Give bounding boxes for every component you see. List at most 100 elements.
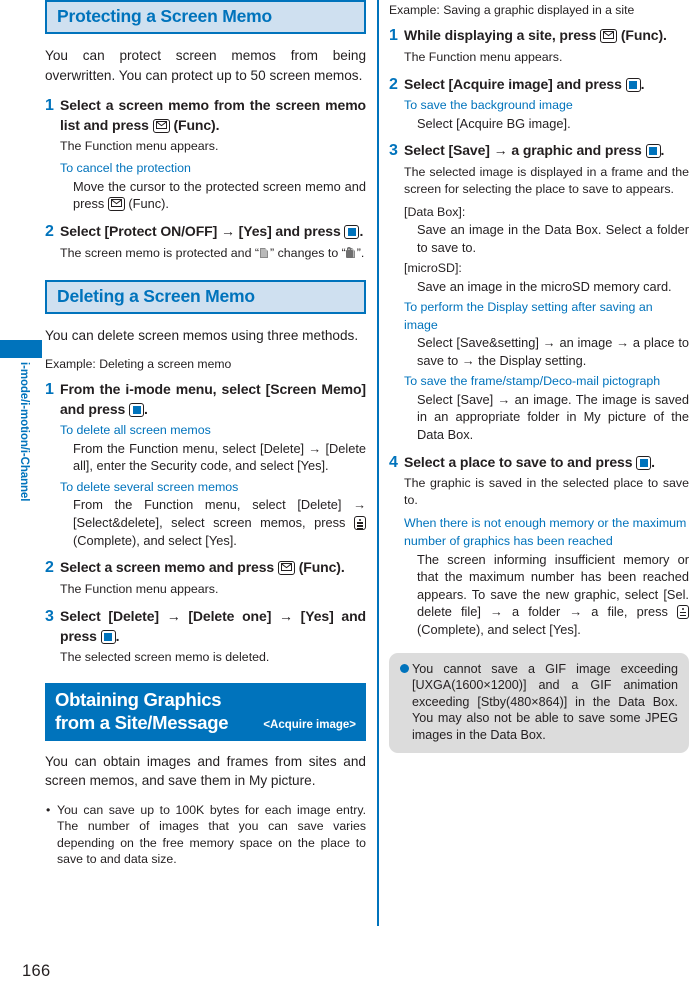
result-part-a: The screen memo is protected and “ <box>60 245 260 260</box>
label-data-box: [Data Box]: <box>404 204 466 219</box>
arrow-glyph: → <box>569 604 583 620</box>
column-divider <box>377 0 380 926</box>
delete-step-3: 3 Select [Delete] → [Delete one] → [Yes]… <box>45 607 366 646</box>
sub-body-part-c: a file, press <box>582 604 677 620</box>
arrow-glyph: → <box>461 352 475 368</box>
step-number: 3 <box>389 142 398 160</box>
step-result-text: The Function menu appears. <box>60 581 219 596</box>
sub-body-part-c: (Complete), and select [Yes]. <box>73 532 237 548</box>
sub-body-part-a: Select [Save&setting] <box>417 335 543 351</box>
delete-step-2: 2 Select a screen memo and press (Func). <box>45 558 366 578</box>
step-heading-part-b: . <box>651 453 655 470</box>
subsection-heading-insufficient-memory-line2: number of graphics has been reached <box>404 534 613 549</box>
arrow-glyph: → <box>497 391 511 407</box>
step-number: 4 <box>389 453 398 471</box>
subsection-heading-delete-several: To delete several screen memos <box>60 480 239 494</box>
step-heading-part-a: Select a screen memo and press <box>60 559 278 576</box>
step-heading: Select [Acquire image] and press . <box>404 75 689 95</box>
delete-step-3-body: The selected screen memo is deleted. <box>60 649 366 666</box>
sub-body-part-a: Select [Save] <box>417 391 498 407</box>
step-heading-part-b: . <box>144 400 148 417</box>
step-heading-part-a: Select [Acquire image] and press <box>404 75 626 92</box>
step-result-text: The Function menu appears. <box>404 49 563 64</box>
step-heading-part-c: . <box>660 142 665 159</box>
mail-key-icon <box>600 29 618 43</box>
protect-intro-paragraph: You can protect screen memos from being … <box>45 48 366 83</box>
step-result-text: The selected screen memo is deleted. <box>60 650 270 665</box>
sub-body-part-d: (Complete), and select [Yes]. <box>417 622 581 637</box>
arrow-glyph: → <box>166 608 181 625</box>
subsection-heading-delete-all: To delete all screen memos <box>60 423 211 438</box>
step-result-text: The selected image is displayed in a fra… <box>404 164 689 197</box>
step-heading: While displaying a site, press (Func). <box>404 26 689 46</box>
center-key-icon <box>636 455 652 470</box>
center-key-icon <box>129 402 145 417</box>
delete-step-1: 1 From the i-mode menu, select [Screen M… <box>45 380 366 419</box>
step-heading: From the i-mode menu, select [Screen Mem… <box>60 380 366 419</box>
delete-step-1-body: To delete all screen memos From the Func… <box>60 422 366 549</box>
bullet-text: You can save up to 100K bytes for each i… <box>57 802 366 867</box>
mail-key-icon <box>152 118 170 133</box>
delete-example-label: Example: Deleting a screen memo <box>45 357 232 372</box>
center-key-icon <box>100 629 116 644</box>
memo-locked-icon <box>345 246 357 259</box>
step-number: 1 <box>45 381 54 399</box>
sub-body-part-b: [Select&delete], select screen memos, pr… <box>73 515 354 530</box>
step-heading: Select a screen memo and press (Func). <box>60 558 366 578</box>
delete-step-2-body: The Function menu appears. <box>60 581 366 598</box>
subsection-body: Select [Save&setting] → an image → a pla… <box>417 334 689 369</box>
heading-deleting-screen-memo: Deleting a Screen Memo <box>45 279 366 314</box>
step-number: 2 <box>45 559 54 577</box>
step-heading-part-a: Select a place to save to and press <box>404 453 637 470</box>
acquire-step-1-body: The Function menu appears. <box>404 49 689 66</box>
acquire-step-4-body: The graphic is saved in the selected pla… <box>404 475 689 639</box>
blue-dot-icon <box>400 663 409 673</box>
heading-feature-tag: <Acquire image> <box>263 718 356 731</box>
bullet-dot-icon: • <box>46 802 51 817</box>
acquire-step-4: 4 Select a place to save to and press . <box>389 453 689 473</box>
arrow-glyph: → <box>308 440 322 456</box>
heading-text: Obtaining Graphics from a Site/Message <box>55 688 229 733</box>
heading-protecting-screen-memo: Protecting a Screen Memo <box>45 0 366 34</box>
step-heading-part-a: While displaying a site, press <box>404 27 601 43</box>
step-number: 2 <box>45 223 54 240</box>
center-key-icon <box>625 77 641 92</box>
mail-key-icon <box>277 561 295 576</box>
center-key-icon <box>344 225 360 239</box>
sub-body-part-a: From the Function menu, select [Delete] <box>73 497 354 513</box>
step-result-text: The graphic is saved in the selected pla… <box>404 476 689 508</box>
arrow-glyph: → <box>353 497 366 513</box>
subsection-body: From the Function menu, select [Delete] … <box>73 496 366 549</box>
note-box: You cannot save a GIF image exceeding [U… <box>389 652 689 753</box>
body-microsd: Save an image in the microSD memory card… <box>417 278 672 294</box>
step-heading-part-b: [Delete one] <box>180 608 280 625</box>
body-data-box: Save an image in the Data Box. Select a … <box>417 222 689 255</box>
left-column: Protecting a Screen Memo You can protect… <box>45 0 366 871</box>
step-heading: Select a screen memo from the screen mem… <box>60 96 366 135</box>
step-heading: Select [Save] → a graphic and press . <box>404 141 689 161</box>
step-heading-part-b: . <box>640 75 645 92</box>
subsection-heading-cancel-protection: To cancel the protection <box>60 161 191 176</box>
acquire-step-1: 1 While displaying a site, press (Func). <box>389 26 689 46</box>
step-result-text: The Function menu appears. <box>60 139 219 153</box>
protect-step-2: 2 Select [Protect ON/OFF] → [Yes] and pr… <box>45 222 366 242</box>
heading-obtaining-graphics: Obtaining Graphics from a Site/Message <… <box>45 682 366 741</box>
protect-step-1: 1 Select a screen memo from the screen m… <box>45 96 366 135</box>
step-number: 1 <box>45 97 54 114</box>
sub-body-part-b: an image <box>555 335 617 351</box>
step-heading-part-a: Select [Delete] <box>60 608 167 625</box>
delete-intro-paragraph: You can delete screen memos using three … <box>45 327 359 343</box>
mail-key-icon <box>107 197 125 212</box>
arrow-glyph: → <box>616 335 630 351</box>
step-number: 1 <box>389 27 398 44</box>
note-text-content: You cannot save a GIF image exceeding [U… <box>412 661 678 742</box>
step-heading-part-d: . <box>115 627 120 644</box>
arrow-glyph: → <box>220 223 235 239</box>
step-heading-part-b: (Func). <box>617 27 667 43</box>
result-part-b: ” changes to “ <box>270 245 346 260</box>
heading-text: Deleting a Screen Memo <box>57 285 255 306</box>
note-paragraph: You cannot save a GIF image exceeding [U… <box>400 661 678 744</box>
step-heading: Select [Delete] → [Delete one] → [Yes] a… <box>60 607 366 646</box>
step-heading-part-a: Select [Protect ON/OFF] <box>60 223 221 239</box>
obtain-bullet-note: • You can save up to 100K bytes for each … <box>45 802 366 868</box>
